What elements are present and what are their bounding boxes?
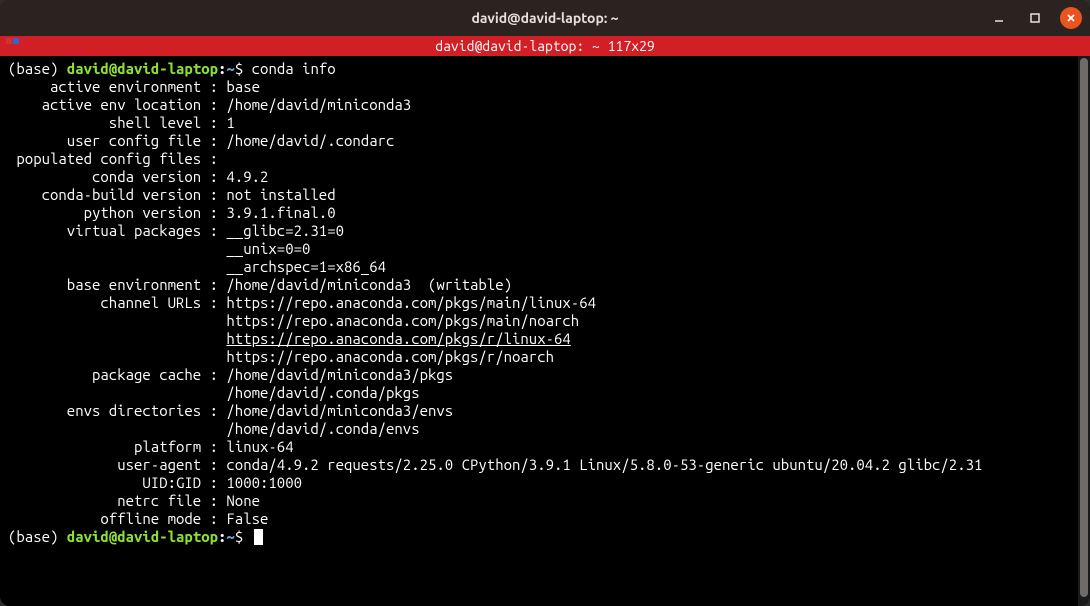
info-virtual_packages-1: __unix=0=0 — [8, 240, 1070, 258]
info-channel_urls-2: https://repo.anaconda.com/pkgs/r/linux-6… — [8, 330, 1070, 348]
scrollbar-thumb[interactable] — [1080, 58, 1088, 597]
info-user_config_file: user config file : /home/david/.condarc — [8, 132, 1070, 150]
info-package_cache-0: package cache : /home/david/miniconda3/p… — [8, 366, 1070, 384]
info-shell_level: shell level : 1 — [8, 114, 1070, 132]
info-channel_urls-0: channel URLs : https://repo.anaconda.com… — [8, 294, 1070, 312]
info-platform: platform : linux-64 — [8, 438, 1070, 456]
info-offline_mode: offline mode : False — [8, 510, 1070, 528]
info-python_version: python version : 3.9.1.final.0 — [8, 204, 1070, 222]
scrollbar[interactable] — [1078, 56, 1090, 606]
window-controls — [988, 0, 1082, 36]
terminal-window: david@david-laptop: ~ david@david-laptop… — [0, 0, 1090, 606]
close-button[interactable] — [1060, 7, 1082, 29]
cursor — [254, 529, 263, 545]
info-channel_urls-3: https://repo.anaconda.com/pkgs/r/noarch — [8, 348, 1070, 366]
info-virtual_packages-0: virtual packages : __glibc=2.31=0 — [8, 222, 1070, 240]
dimension-text: david@david-laptop: ~ 117x29 — [435, 38, 655, 54]
info-conda_version: conda version : 4.9.2 — [8, 168, 1070, 186]
info-channel_urls-1: https://repo.anaconda.com/pkgs/main/noar… — [8, 312, 1070, 330]
dim-bar-icon — [6, 38, 19, 44]
minimize-button[interactable] — [988, 7, 1010, 29]
info-populated_config_files: populated config files : — [8, 150, 1070, 168]
prompt-line: (base) david@david-laptop:~$ conda info — [8, 60, 1070, 78]
info-base_environment: base environment : /home/david/miniconda… — [8, 276, 1070, 294]
info-active_environment: active environment : base — [8, 78, 1070, 96]
info-netrc_file: netrc file : None — [8, 492, 1070, 510]
info-envs_directories-0: envs directories : /home/david/miniconda… — [8, 402, 1070, 420]
info-active_env_location: active env location : /home/david/minico… — [8, 96, 1070, 114]
info-envs_directories-1: /home/david/.conda/envs — [8, 420, 1070, 438]
info-uid_gid: UID:GID : 1000:1000 — [8, 474, 1070, 492]
info-user_agent: user-agent : conda/4.9.2 requests/2.25.0… — [8, 456, 1070, 474]
terminal-output[interactable]: (base) david@david-laptop:~$ conda info … — [0, 56, 1078, 606]
info-package_cache-1: /home/david/.conda/pkgs — [8, 384, 1070, 402]
terminal-area: (base) david@david-laptop:~$ conda info … — [0, 56, 1090, 606]
prompt-line-2: (base) david@david-laptop:~$ — [8, 528, 1070, 546]
dimension-bar: david@david-laptop: ~ 117x29 — [0, 36, 1090, 56]
window-title: david@david-laptop: ~ — [471, 10, 618, 26]
titlebar[interactable]: david@david-laptop: ~ — [0, 0, 1090, 36]
info-conda_build_version: conda-build version : not installed — [8, 186, 1070, 204]
info-virtual_packages-2: __archspec=1=x86_64 — [8, 258, 1070, 276]
maximize-button[interactable] — [1024, 7, 1046, 29]
